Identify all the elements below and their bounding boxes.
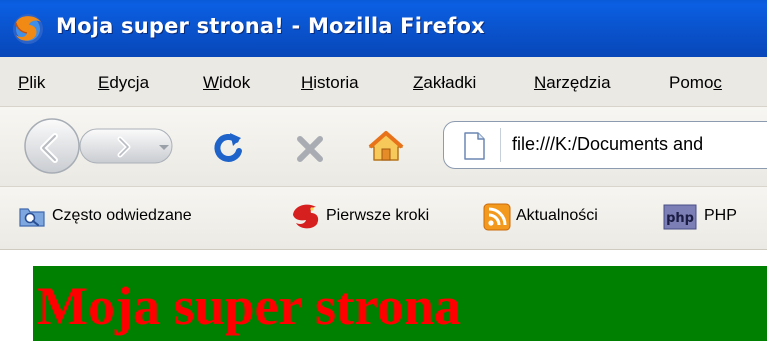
bookmarks-toolbar: Często odwiedzane Pierwsze kroki Aktualn…: [0, 187, 767, 250]
url-separator: [500, 128, 501, 162]
menu-accel: Z: [413, 73, 424, 92]
forward-button[interactable]: [106, 131, 142, 163]
menu-label: idok: [219, 73, 251, 92]
bookmark-php-icon: php: [663, 204, 697, 234]
bookmark-news-icon: [483, 203, 511, 235]
menu-label: dycja: [109, 73, 150, 92]
bookmark-news[interactable]: Aktualności: [516, 207, 598, 225]
title-bar: Moja super strona! - Mozilla Firefox: [0, 0, 767, 57]
php-icon: php: [663, 204, 697, 230]
navigation-toolbar: file:///K:/Documents and: [0, 107, 767, 187]
back-button[interactable]: [24, 121, 78, 175]
menu-widok[interactable]: Widok: [203, 73, 250, 93]
url-text: file:///K:/Documents and: [512, 134, 704, 154]
menu-label: akładki: [423, 73, 477, 92]
menu-accel: N: [534, 73, 547, 92]
page-banner: Moja super strona: [33, 266, 767, 341]
menu-edycja[interactable]: Edycja: [98, 73, 149, 93]
url-bar[interactable]: file:///K:/Documents and: [443, 121, 767, 169]
menu-accel: W: [203, 73, 220, 92]
bookmark-php[interactable]: PHP: [704, 207, 737, 225]
bookmark-often-visited[interactable]: Często odwiedzane: [52, 207, 192, 225]
page-heading: Moja super strona: [37, 276, 462, 336]
home-button[interactable]: [366, 127, 406, 167]
stop-button[interactable]: [292, 131, 328, 167]
bookmark-first-steps-icon: [290, 201, 322, 235]
menu-accel: H: [301, 73, 314, 92]
menu-label: lik: [29, 73, 46, 92]
menu-narzedzia[interactable]: Narzędzia: [534, 73, 611, 93]
menu-label: arzędzia: [546, 73, 611, 92]
firefox-red-icon: [293, 204, 319, 229]
bookmark-first-steps[interactable]: Pierwsze kroki: [326, 207, 429, 225]
menu-bar: Plik Edycja Widok Historia Zakładki Narz…: [0, 57, 767, 107]
search-folder-icon: [19, 208, 45, 227]
reload-icon: [214, 133, 242, 162]
chevron-down-icon: [159, 145, 169, 150]
menu-plik[interactable]: Plik: [18, 73, 45, 93]
menu-historia[interactable]: Historia: [301, 73, 359, 93]
menu-label: istoria: [313, 73, 359, 92]
reload-button[interactable]: [208, 129, 248, 169]
forward-arrow-icon: [117, 136, 131, 158]
history-dropdown-button[interactable]: [152, 137, 176, 157]
menu-pomoc[interactable]: Pomoc: [669, 73, 722, 93]
menu-accel: E: [98, 73, 110, 92]
back-arrow-icon: [40, 133, 58, 163]
menu-label: Pomo: [669, 73, 714, 92]
home-icon: [368, 131, 404, 161]
window-title: Moja super strona! - Mozilla Firefox: [56, 14, 485, 38]
bookmark-often-visited-icon: [18, 203, 46, 233]
menu-accel: c: [713, 73, 722, 92]
menu-accel: P: [18, 73, 30, 92]
svg-text:php: php: [666, 211, 694, 226]
firefox-logo-icon: [13, 14, 43, 44]
stop-x-icon: [297, 136, 323, 162]
rss-feed-icon: [483, 203, 511, 231]
page-icon: [464, 132, 485, 160]
menu-zakladki[interactable]: Zakładki: [413, 73, 476, 93]
